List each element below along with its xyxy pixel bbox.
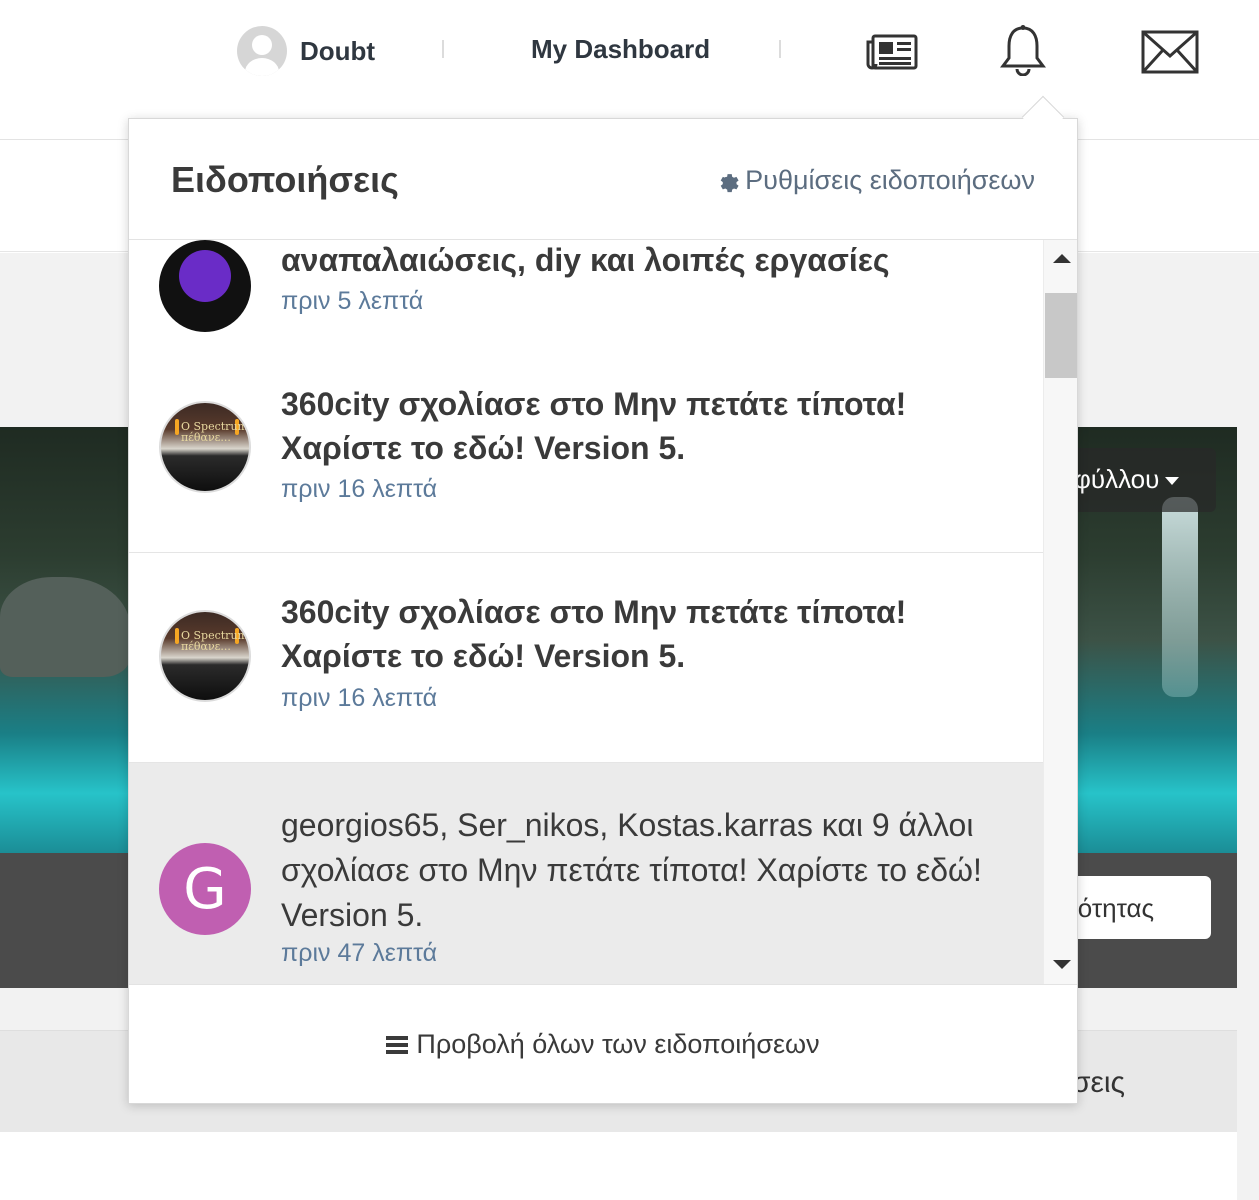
user-avatar — [237, 26, 287, 76]
user-menu[interactable]: Doubt — [237, 26, 375, 76]
scroll-down-arrow-icon[interactable] — [1053, 960, 1071, 969]
cover-options-button[interactable]: φύλλου — [1060, 448, 1216, 512]
notification-time: πριν 16 λεπτά — [281, 475, 438, 503]
nav-divider — [779, 40, 781, 58]
notification-item[interactable]: O Spectrum πέθανε... 360city σχολίασε στ… — [129, 344, 1043, 553]
gear-icon — [720, 173, 739, 192]
notification-time: πριν 47 λεπτά — [281, 939, 438, 967]
notification-avatar: O Spectrum πέθανε... — [159, 610, 251, 702]
community-button[interactable]: ιότητας — [1060, 876, 1211, 939]
list-icon — [386, 1036, 409, 1054]
notification-time: πριν 5 λεπτά — [281, 287, 424, 315]
view-all-notifications-link[interactable]: Προβολή όλων των ειδοποιήσεων — [129, 1029, 1077, 1060]
bell-icon[interactable] — [1000, 24, 1046, 81]
avatar-letter: G — [183, 856, 227, 922]
notification-settings-label: Ρυθμίσεις ειδοποιήσεων — [745, 165, 1035, 195]
newspaper-icon[interactable] — [866, 34, 918, 75]
notification-text: αναπαλαιώσεις, diy και λοιπές εργασίες — [281, 242, 890, 278]
notification-text: georgios65, Ser_nikos, Kostas.karras και… — [281, 807, 982, 933]
cover-options-label: φύλλου — [1074, 464, 1160, 494]
notification-text: 360city σχολίασε στο Μην πετάτε τίποτα! … — [281, 594, 907, 674]
notification-avatar: O Spectrum πέθανε... — [159, 401, 251, 493]
community-button-label: ιότητας — [1072, 893, 1155, 923]
envelope-icon[interactable] — [1141, 30, 1199, 79]
notification-settings-link[interactable]: Ρυθμίσεις ειδοποιήσεων — [715, 165, 1035, 196]
avatar-label: O Spectrum πέθανε... — [181, 629, 248, 653]
notification-avatar: G — [159, 843, 251, 935]
scrollbar[interactable] — [1043, 240, 1077, 984]
view-all-label: Προβολή όλων των ειδοποιήσεων — [416, 1029, 820, 1059]
notifications-dropdown: Ειδοποιήσεις Ρυθμίσεις ειδοποιήσεων αναπ… — [128, 118, 1078, 1104]
notification-text: 360city σχολίασε στο Μην πετάτε τίποτα! … — [281, 386, 907, 466]
section-body — [0, 1132, 1237, 1200]
dashboard-link[interactable]: My Dashboard — [531, 34, 710, 65]
dropdown-footer: Προβολή όλων των ειδοποιήσεων — [129, 984, 1077, 1103]
notification-list[interactable]: αναπαλαιώσεις, diy και λοιπές εργασίες π… — [129, 240, 1043, 984]
notification-avatar — [159, 240, 251, 332]
dropdown-header: Ειδοποιήσεις Ρυθμίσεις ειδοποιήσεων — [129, 119, 1077, 240]
scrollbar-thumb[interactable] — [1045, 293, 1077, 378]
section-title: σεις — [1072, 1066, 1126, 1099]
notification-item[interactable]: O Spectrum πέθανε... 360city σχολίασε στ… — [129, 553, 1043, 763]
caret-down-icon — [1165, 477, 1180, 486]
notification-item-unread[interactable]: G georgios65, Ser_nikos, Kostas.karras κ… — [129, 763, 1043, 984]
notification-time: πριν 16 λεπτά — [281, 684, 438, 712]
scroll-up-arrow-icon[interactable] — [1053, 254, 1071, 263]
dropdown-title: Ειδοποιήσεις — [171, 159, 399, 200]
user-name: Doubt — [300, 35, 376, 66]
avatar-label: O Spectrum πέθανε... — [181, 420, 248, 444]
nav-divider — [442, 40, 444, 58]
